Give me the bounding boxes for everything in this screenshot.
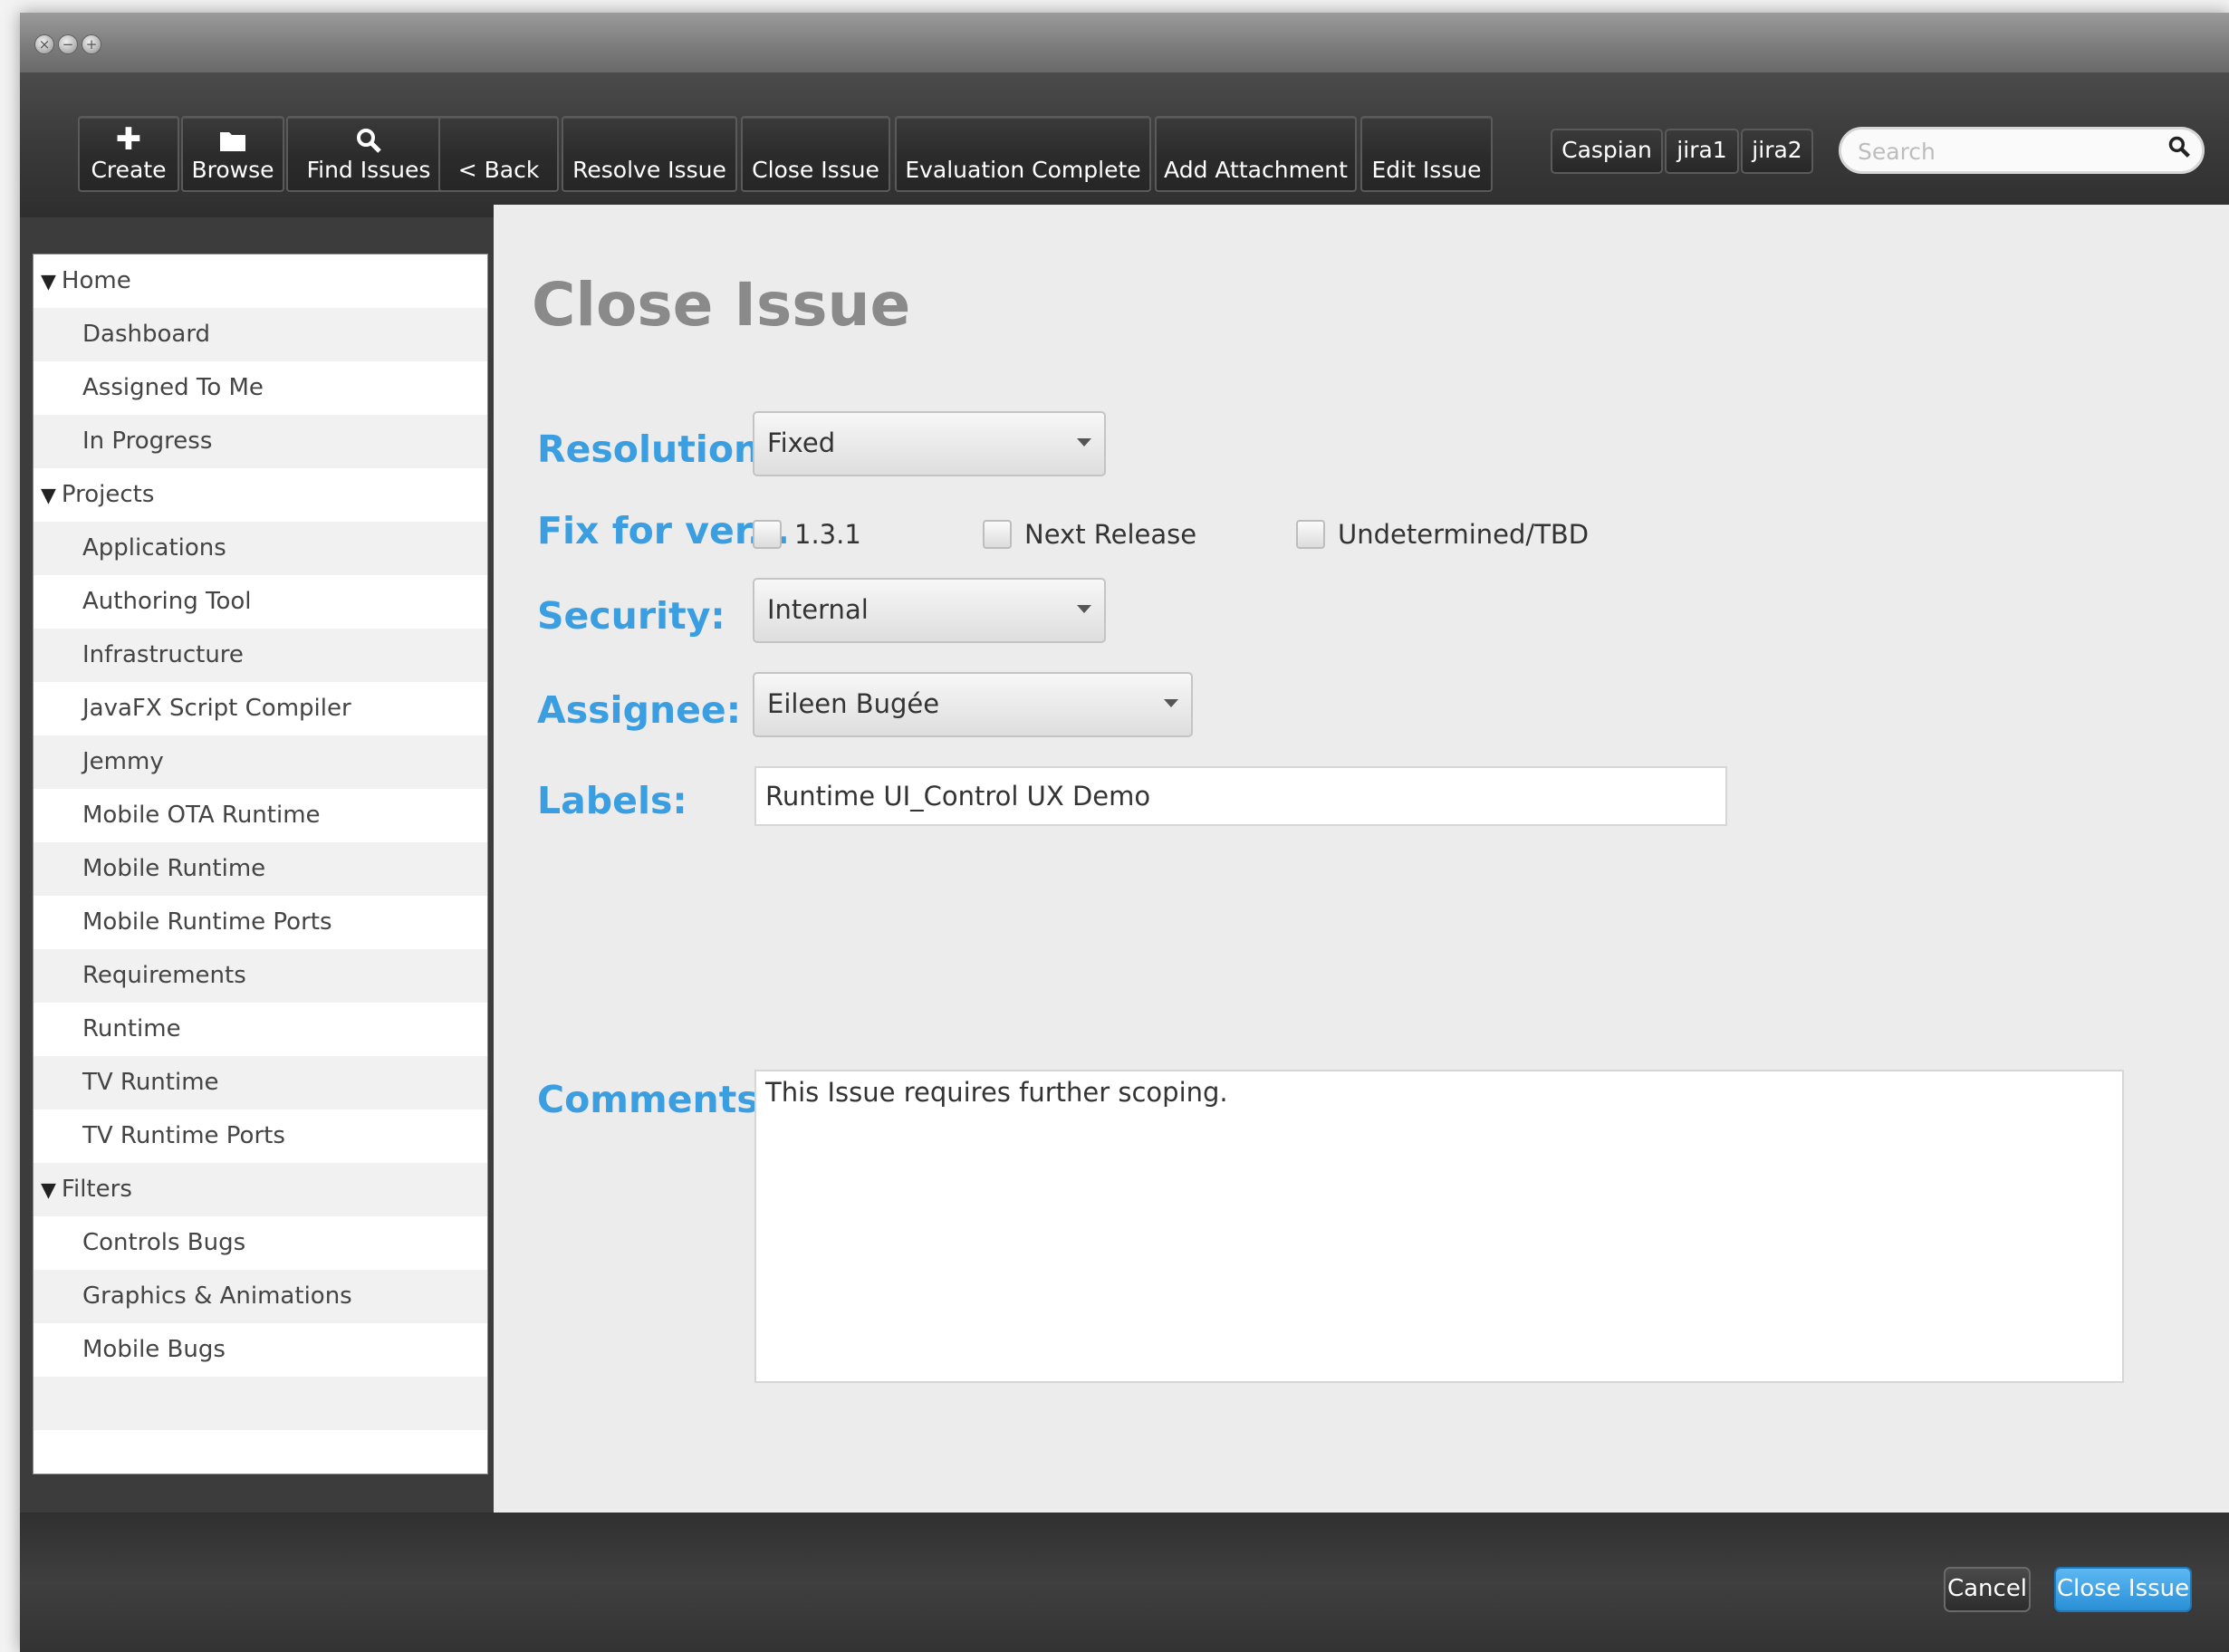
checkbox-label: Undetermined/TBD [1338,519,1590,550]
browse-button[interactable]: Browse [181,116,284,192]
chevron-down-icon [1077,438,1091,447]
folder-icon [183,121,283,160]
resolution-combo[interactable]: Fixed [753,411,1106,476]
tree-item-project[interactable]: Authoring Tool [34,575,487,629]
evaluation-complete-button[interactable]: Evaluation Complete [895,116,1151,192]
tree-group-filters[interactable]: ▼ Filters [34,1163,487,1216]
sidebar: ▼ Home Dashboard Assigned To Me In Progre… [20,217,494,1513]
tree-item-project[interactable]: Jemmy [34,735,487,789]
tree-group-home[interactable]: ▼ Home [34,255,487,308]
find-issues-button[interactable]: Find Issues [286,116,451,192]
checkbox-box[interactable] [753,520,782,549]
search-input[interactable] [1858,136,2166,167]
tree-group-label: Projects [61,481,155,508]
edit-issue-button[interactable]: Edit Issue [1360,116,1493,192]
comments-field[interactable]: This Issue requires further scoping. [756,1071,2122,1381]
checkbox-box[interactable] [983,520,1012,549]
resolution-value: Fixed [767,427,836,458]
tree-item-in-progress[interactable]: In Progress [34,415,487,468]
fixfor-checkbox-undetermined[interactable]: Undetermined/TBD [1296,516,1604,552]
labels-field-frame [754,766,1727,826]
close-issue-label: Close Issue [752,157,879,183]
resolve-issue-label: Resolve Issue [572,157,726,183]
resolve-issue-button[interactable]: Resolve Issue [562,116,737,192]
close-issue-button[interactable]: Close Issue [2054,1567,2192,1612]
search-box [1839,127,2205,174]
add-attachment-label: Add Attachment [1164,157,1348,183]
tree-item-project[interactable]: Mobile Runtime Ports [34,896,487,949]
tree-group-projects[interactable]: ▼ Projects [34,468,487,522]
toolbar: ✚ Create Browse Find Issues < Back Resol… [20,72,2229,217]
fixfor-checkbox-next-release[interactable]: Next Release [983,516,1218,552]
expand-triangle-icon[interactable]: ▼ [41,271,56,293]
chevron-down-icon [1164,699,1178,707]
server-jira1-button[interactable]: jira1 [1665,129,1739,174]
window-minimize-button[interactable]: − [58,34,78,54]
close-issue-toolbar-button[interactable]: Close Issue [741,116,890,192]
evaluation-complete-label: Evaluation Complete [905,157,1141,183]
checkbox-box[interactable] [1296,520,1325,549]
back-label: < Back [457,157,540,183]
checkbox-label: 1.3.1 [794,519,861,550]
security-value: Internal [767,594,869,625]
labels-label: Labels: [537,779,687,822]
tree-item-project[interactable]: TV Runtime Ports [34,1109,487,1163]
plus-icon: ✚ [115,121,142,158]
comments-frame: This Issue requires further scoping. [754,1070,2124,1383]
tree-item-project[interactable]: Applications [34,522,487,575]
tree-group-label: Filters [61,1176,132,1203]
close-issue-form: Close Issue Resolution: Fixed Fix for ve… [494,205,2229,1513]
find-issues-label: Find Issues [306,157,431,183]
tree-item-project[interactable]: JavaFX Script Compiler [34,682,487,735]
title-bar: × − + [20,13,2229,72]
tree-group-label: Home [61,267,131,294]
expand-triangle-icon[interactable]: ▼ [41,485,56,507]
assignee-label: Assignee: [537,688,742,732]
back-button[interactable]: < Back [438,116,559,192]
tree-item-filter[interactable]: Controls Bugs [34,1216,487,1270]
resolution-label: Resolution: [537,427,775,471]
tree-item-project[interactable]: Runtime [34,1003,487,1056]
create-button[interactable]: ✚ Create [78,116,179,192]
cancel-button[interactable]: Cancel [1944,1567,2031,1612]
edit-issue-label: Edit Issue [1371,157,1482,183]
tree-item-project[interactable]: Infrastructure [34,629,487,682]
chevron-down-icon [1077,605,1091,613]
create-label: Create [91,157,167,183]
browse-label: Browse [191,157,274,183]
labels-field[interactable] [756,768,1725,824]
dialog-footer: Cancel Close Issue [20,1513,2229,1652]
tree-item-project[interactable]: TV Runtime [34,1056,487,1109]
fixfor-checkbox-1-3-1[interactable]: 1.3.1 [753,516,861,552]
tree-item-project[interactable]: Mobile OTA Runtime [34,789,487,842]
tree-item-filter[interactable]: Mobile Bugs [34,1323,487,1377]
search-icon[interactable] [2167,135,2191,165]
add-attachment-button[interactable]: Add Attachment [1155,116,1357,192]
tree-item-assigned-to-me[interactable]: Assigned To Me [34,361,487,415]
navigation-tree: ▼ Home Dashboard Assigned To Me In Progre… [33,254,488,1474]
tree-item-filter[interactable]: Graphics & Animations [34,1270,487,1323]
tree-item-dashboard[interactable]: Dashboard [34,308,487,361]
assignee-combo[interactable]: Eileen Bugée [753,672,1193,737]
app-window: × − + ✚ Create Browse Find Issues < Back… [20,13,2229,1652]
comments-label: Comments: [537,1078,774,1121]
server-jira2-button[interactable]: jira2 [1741,129,1813,174]
checkbox-label: Next Release [1024,519,1197,550]
security-combo[interactable]: Internal [753,578,1106,643]
tree-item-project[interactable]: Requirements [34,949,487,1003]
window-close-button[interactable]: × [34,34,54,54]
tree-item-project[interactable]: Mobile Runtime [34,842,487,896]
assignee-value: Eileen Bugée [767,688,940,719]
expand-triangle-icon[interactable]: ▼ [41,1179,56,1202]
security-label: Security: [537,594,725,638]
window-zoom-button[interactable]: + [82,34,101,54]
page-title: Close Issue [532,270,911,340]
tree-empty-row [34,1377,487,1430]
server-caspian-button[interactable]: Caspian [1551,129,1663,174]
